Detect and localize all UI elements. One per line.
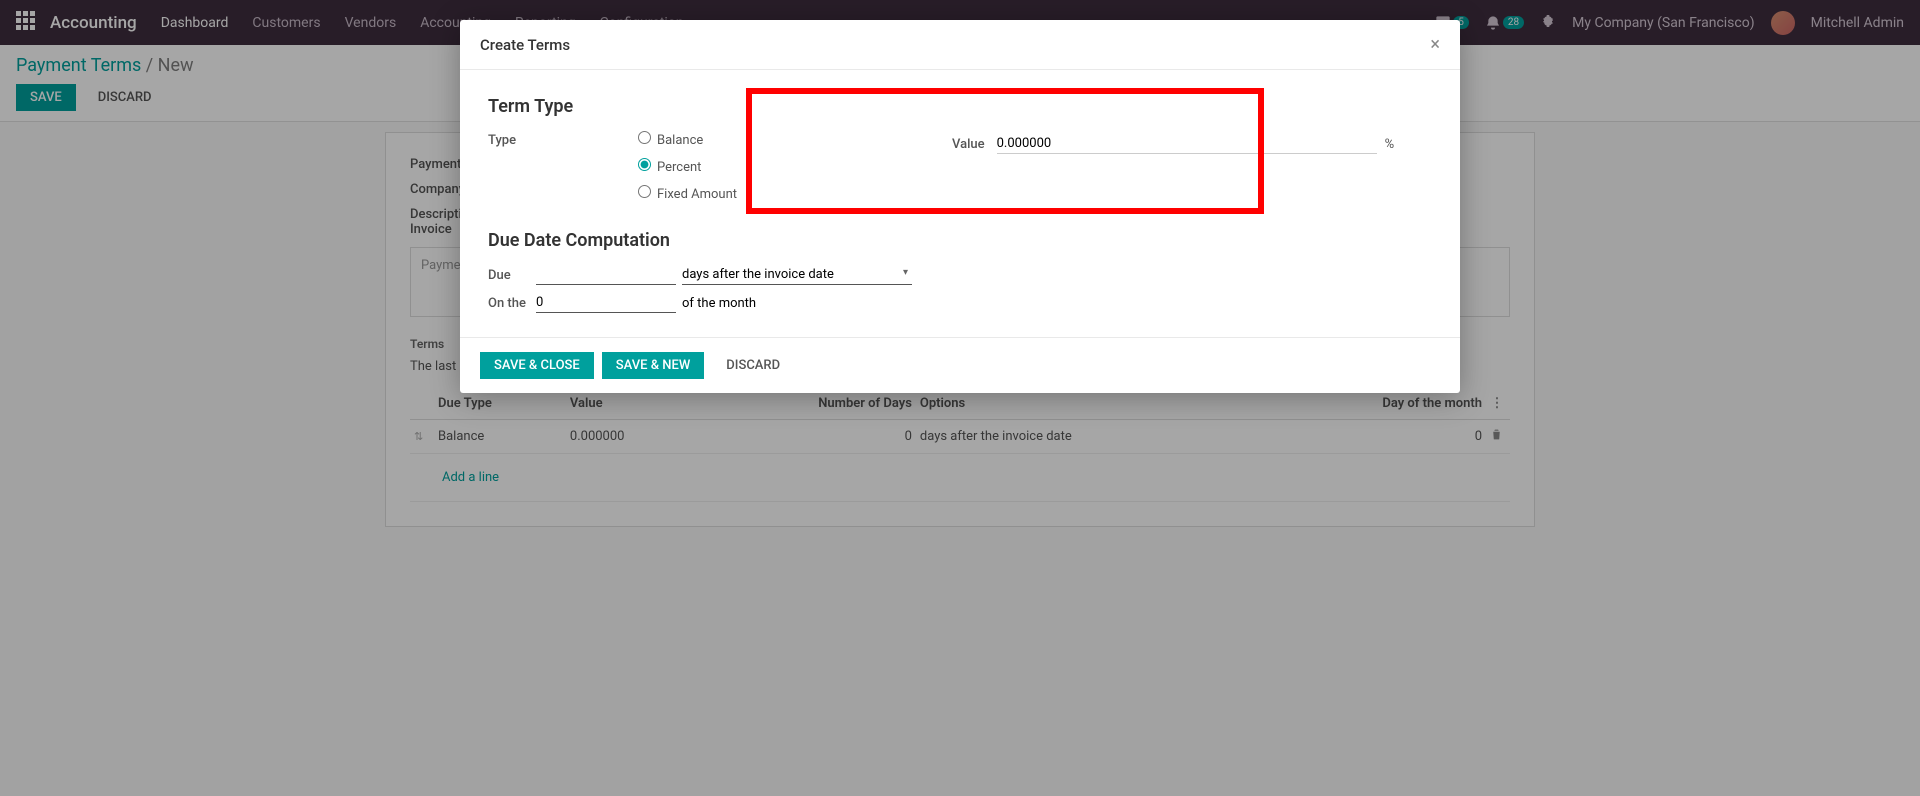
- due-option-select[interactable]: days after the invoice date: [682, 265, 912, 285]
- label-value: Value: [952, 137, 985, 152]
- due-days-input[interactable]: [536, 265, 676, 285]
- radio-fixed[interactable]: Fixed Amount: [638, 185, 737, 202]
- value-suffix: %: [1385, 137, 1395, 152]
- section-due-date: Due Date Computation: [488, 230, 1432, 251]
- label-due: Due: [488, 268, 530, 283]
- on-the-input[interactable]: [536, 293, 676, 313]
- modal-discard-button[interactable]: DISCARD: [712, 352, 794, 379]
- label-type: Type: [488, 131, 638, 148]
- label-on-the: On the: [488, 296, 530, 311]
- value-field-group: Value %: [952, 134, 1432, 154]
- save-new-button[interactable]: SAVE & NEW: [602, 352, 705, 379]
- create-terms-modal: Create Terms × Term Type Type Balance Pe…: [460, 20, 1460, 393]
- value-input[interactable]: [997, 134, 1377, 154]
- modal-title: Create Terms: [480, 36, 570, 54]
- on-the-suffix: of the month: [682, 296, 756, 311]
- close-icon[interactable]: ×: [1430, 34, 1440, 55]
- save-close-button[interactable]: SAVE & CLOSE: [480, 352, 594, 379]
- section-term-type: Term Type: [488, 96, 938, 117]
- radio-percent[interactable]: Percent: [638, 158, 737, 175]
- type-radios: Balance Percent Fixed Amount: [638, 131, 737, 212]
- radio-balance[interactable]: Balance: [638, 131, 737, 148]
